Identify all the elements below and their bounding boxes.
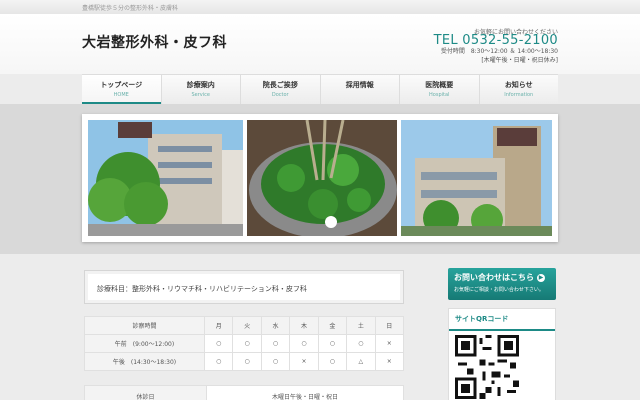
table-header-cell: 診察時間	[84, 316, 205, 335]
nav-sublabel: Doctor	[271, 92, 289, 98]
main-content: 診療科目：整形外科・リウマチ科・リハビリテーション科・皮フ科	[84, 270, 404, 304]
table-header-cell: 月	[203, 316, 234, 335]
qr-panel: サイトQRコード	[448, 308, 556, 400]
contact-button-label: お問い合わせはこちら	[454, 273, 534, 282]
nav-label: 採用情報	[345, 81, 374, 89]
table-header-cell: 木	[289, 316, 319, 335]
table-cell: ○	[317, 352, 348, 371]
table-cell: ×	[289, 352, 319, 371]
nav-label: 医院概要	[425, 81, 454, 89]
nav-label: お知らせ	[504, 81, 533, 89]
table-cell: ×	[374, 334, 405, 353]
table-cell: ○	[289, 334, 319, 353]
site-title[interactable]: 大岩整形外科・皮フ科	[82, 32, 227, 52]
table-header-cell: 金	[317, 316, 348, 335]
nav-label: トップページ	[100, 81, 143, 89]
consultation-hours-table: 診察時間 月 火 水 木 金 土 日 午前 (9:00〜12:00) ○ ○ ○…	[84, 316, 405, 371]
nav-item-hospital[interactable]: 医院概要 Hospital	[400, 75, 480, 104]
nav-label: 診療案内	[186, 81, 215, 89]
nav-item-recruit[interactable]: 採用情報	[321, 75, 400, 104]
table-row: 午後 (14:30〜18:30) ○ ○ ○ × ○ △ ×	[84, 352, 405, 371]
table-header-cell: 日	[374, 316, 405, 335]
hero-gallery	[82, 114, 558, 242]
table-header-cell: 火	[232, 316, 262, 335]
table-cell: ○	[232, 352, 262, 371]
table-cell: ○	[260, 352, 291, 371]
reception-hours-line1: 受付時間 8:30〜12:00 ＆ 14:00〜18:30	[440, 48, 558, 55]
table-cell: 午後 (14:30〜18:30)	[84, 352, 205, 371]
clinical-subjects: 診療科目：整形外科・リウマチ科・リハビリテーション科・皮フ科	[84, 270, 404, 304]
qr-code-icon	[455, 335, 519, 399]
phone-number[interactable]: TEL 0532-55-2100	[434, 33, 558, 48]
contact-button-sublabel: お気軽にご相談・お問い合わせ下さい。	[454, 287, 544, 293]
arrow-right-icon: ▶	[537, 273, 545, 282]
table-cell: ○	[232, 334, 262, 353]
table-row: 午前 (9:00〜12:00) ○ ○ ○ ○ ○ ○ ×	[84, 334, 405, 353]
nav-item-information[interactable]: お知らせ Information	[480, 75, 559, 104]
nav-item-home[interactable]: トップページ HOME	[82, 75, 162, 104]
table-cell: ○	[203, 334, 234, 353]
table-cell: ○	[203, 352, 234, 371]
nav-sublabel: Service	[191, 92, 210, 98]
nav-sublabel: Information	[504, 92, 534, 98]
table-header-row: 診察時間 月 火 水 木 金 土 日	[84, 316, 405, 335]
nav-item-service[interactable]: 診療案内 Service	[162, 75, 241, 104]
table-cell: ○	[346, 334, 376, 353]
top-strip: 豊橋駅徒歩５分の整形外科・皮膚科	[0, 0, 640, 14]
closed-days-label: 休診日	[85, 386, 207, 400]
contact-button[interactable]: お問い合わせはこちら ▶ お気軽にご相談・お問い合わせ下さい。	[448, 268, 556, 300]
clinic-side-photo	[401, 120, 552, 236]
reception-hours: 受付時間 8:30〜12:00 ＆ 14:00〜18:30 [木曜午後・日曜・祝…	[441, 47, 558, 65]
table-header-cell: 水	[260, 316, 291, 335]
closed-days-row: 休診日 木曜日午後・日曜・祝日	[84, 385, 404, 400]
site-header: 大岩整形外科・皮フ科 お気軽にお問い合わせください TEL 0532-55-21…	[0, 14, 640, 74]
plant-photo	[246, 120, 398, 236]
closed-days-value: 木曜日午後・日曜・祝日	[271, 394, 338, 400]
table-cell: △	[346, 352, 376, 371]
qr-title: サイトQRコード	[449, 309, 555, 331]
table-cell: ○	[260, 334, 291, 353]
table-cell: ×	[374, 352, 405, 371]
site-tagline: 豊橋駅徒歩５分の整形外科・皮膚科	[82, 5, 179, 12]
table-cell: 午前 (9:00〜12:00)	[84, 334, 205, 353]
table-header-cell: 土	[346, 316, 376, 335]
nav-label: 院長ご挨拶	[262, 81, 298, 89]
clinic-building-photo	[88, 120, 243, 236]
nav-item-doctor[interactable]: 院長ご挨拶 Doctor	[241, 75, 321, 104]
global-nav: トップページ HOME 診療案内 Service 院長ご挨拶 Doctor 採用…	[82, 74, 558, 104]
reception-hours-line2: [木曜午後・日曜・祝日休み]	[481, 57, 558, 64]
table-cell: ○	[317, 334, 348, 353]
nav-sublabel: HOME	[113, 92, 129, 98]
nav-sublabel: Hospital	[429, 92, 450, 98]
